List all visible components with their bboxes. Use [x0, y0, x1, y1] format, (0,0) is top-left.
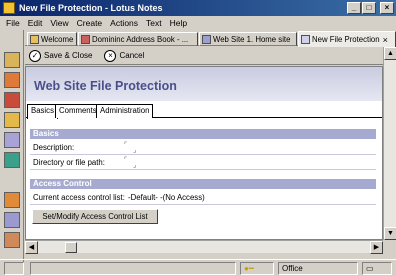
tab-label: New File Protection [312, 35, 380, 44]
cancel-button[interactable]: × Cancel [104, 49, 145, 62]
minimize-button[interactable]: _ [347, 2, 361, 14]
menu-edit[interactable]: Edit [24, 18, 47, 28]
lotus-notes-app-icon [3, 2, 15, 14]
menu-file[interactable]: File [2, 18, 24, 28]
cancel-label: Cancel [119, 51, 145, 60]
tab-label: Welcome [41, 34, 74, 44]
status-key-box[interactable]: ●━ [240, 262, 274, 275]
mail-icon[interactable] [4, 52, 20, 68]
history-icon[interactable] [4, 232, 20, 248]
section-access-control: Access Control [30, 179, 376, 189]
path-field-close: ⌟ [133, 162, 137, 169]
scroll-down-icon[interactable]: ▼ [384, 227, 396, 240]
address-book-icon[interactable] [4, 92, 20, 108]
save-icon: ✓ [29, 49, 41, 62]
bookmark-bar [0, 30, 24, 262]
path-field-open[interactable]: ⌜ [124, 156, 127, 164]
status-bar: ●━ Office ▭ [0, 259, 396, 276]
horizontal-scrollbar[interactable]: ◀ ▶ [25, 240, 383, 254]
form-title: Web Site File Protection [34, 79, 177, 93]
menu-help[interactable]: Help [166, 18, 191, 28]
key-icon: ●━ [244, 264, 254, 273]
section-basics: Basics [30, 129, 376, 139]
status-toggle[interactable] [4, 262, 24, 275]
document-form: Web Site File Protection Basics Comments… [25, 66, 383, 240]
divider [30, 204, 376, 205]
todo-icon[interactable] [4, 112, 20, 128]
scroll-left-icon[interactable]: ◀ [25, 241, 38, 254]
acl-value: -Default- -(No Access) [128, 193, 205, 202]
horizontal-scroll-thumb[interactable] [65, 242, 77, 253]
workspace-icon[interactable] [4, 212, 20, 228]
save-close-button[interactable]: ✓ Save & Close [29, 49, 93, 62]
form-header: Web Site File Protection [26, 67, 382, 101]
tab-new-file-protection[interactable]: New File Protection × [298, 31, 396, 47]
action-bar: ✓ Save & Close × Cancel [25, 47, 383, 65]
window-titlebar: New File Protection - Lotus Notes _ □ × [0, 0, 396, 16]
tab-basics[interactable]: Basics [27, 104, 58, 119]
cancel-icon: × [104, 49, 117, 62]
calendar-icon[interactable] [4, 72, 20, 88]
save-close-label: Save & Close [44, 51, 93, 60]
vertical-scrollbar[interactable]: ▲ ▼ [383, 47, 396, 240]
menu-bar: File Edit View Create Actions Text Help [0, 16, 396, 30]
menu-text[interactable]: Text [142, 18, 166, 28]
tab-address-book[interactable]: Domininc Address Book - ... [78, 32, 198, 46]
location-selector[interactable]: Office [278, 262, 358, 275]
menu-create[interactable]: Create [73, 18, 107, 28]
favorites-icon[interactable] [4, 192, 20, 208]
window-title: New File Protection - Lotus Notes [19, 3, 163, 13]
scroll-right-icon[interactable]: ▶ [370, 241, 383, 254]
divider [30, 169, 376, 170]
tab-welcome[interactable]: Welcome [27, 32, 77, 46]
discussion-icon[interactable] [4, 152, 20, 168]
set-modify-acl-button[interactable]: Set/Modify Access Control List [32, 209, 158, 224]
inbox-status-box[interactable]: ▭ [362, 262, 392, 275]
database-icon [202, 34, 211, 44]
description-field-open[interactable]: ⌜ [124, 141, 127, 149]
scroll-up-icon[interactable]: ▲ [384, 47, 396, 60]
location-label: Office [282, 264, 303, 273]
tab-label: Domininc Address Book - ... [92, 34, 189, 44]
divider [30, 154, 376, 155]
menu-view[interactable]: View [46, 18, 72, 28]
tab-label: Web Site 1. Home site [213, 34, 291, 44]
tab-comments[interactable]: Comments [55, 104, 101, 118]
window-tabs: Welcome Domininc Address Book - ... Web … [25, 31, 396, 47]
databases-icon[interactable] [4, 132, 20, 148]
description-field-close: ⌟ [133, 147, 137, 154]
description-label: Description: [33, 143, 75, 152]
path-label: Directory or file path: [33, 158, 105, 167]
document-icon [301, 35, 310, 44]
welcome-icon [30, 34, 39, 44]
close-window-button[interactable]: × [380, 2, 394, 14]
close-tab-icon[interactable]: × [383, 35, 388, 45]
address-book-icon [81, 34, 90, 44]
inbox-icon: ▭ [366, 264, 374, 273]
menu-actions[interactable]: Actions [106, 18, 142, 28]
status-message-box [30, 262, 236, 275]
acl-label: Current access control list: [33, 193, 125, 202]
form-tabs: Basics Comments Administration [26, 103, 382, 119]
tab-web-site[interactable]: Web Site 1. Home site [199, 32, 297, 46]
tab-administration[interactable]: Administration [96, 104, 154, 118]
maximize-button[interactable]: □ [362, 2, 376, 14]
